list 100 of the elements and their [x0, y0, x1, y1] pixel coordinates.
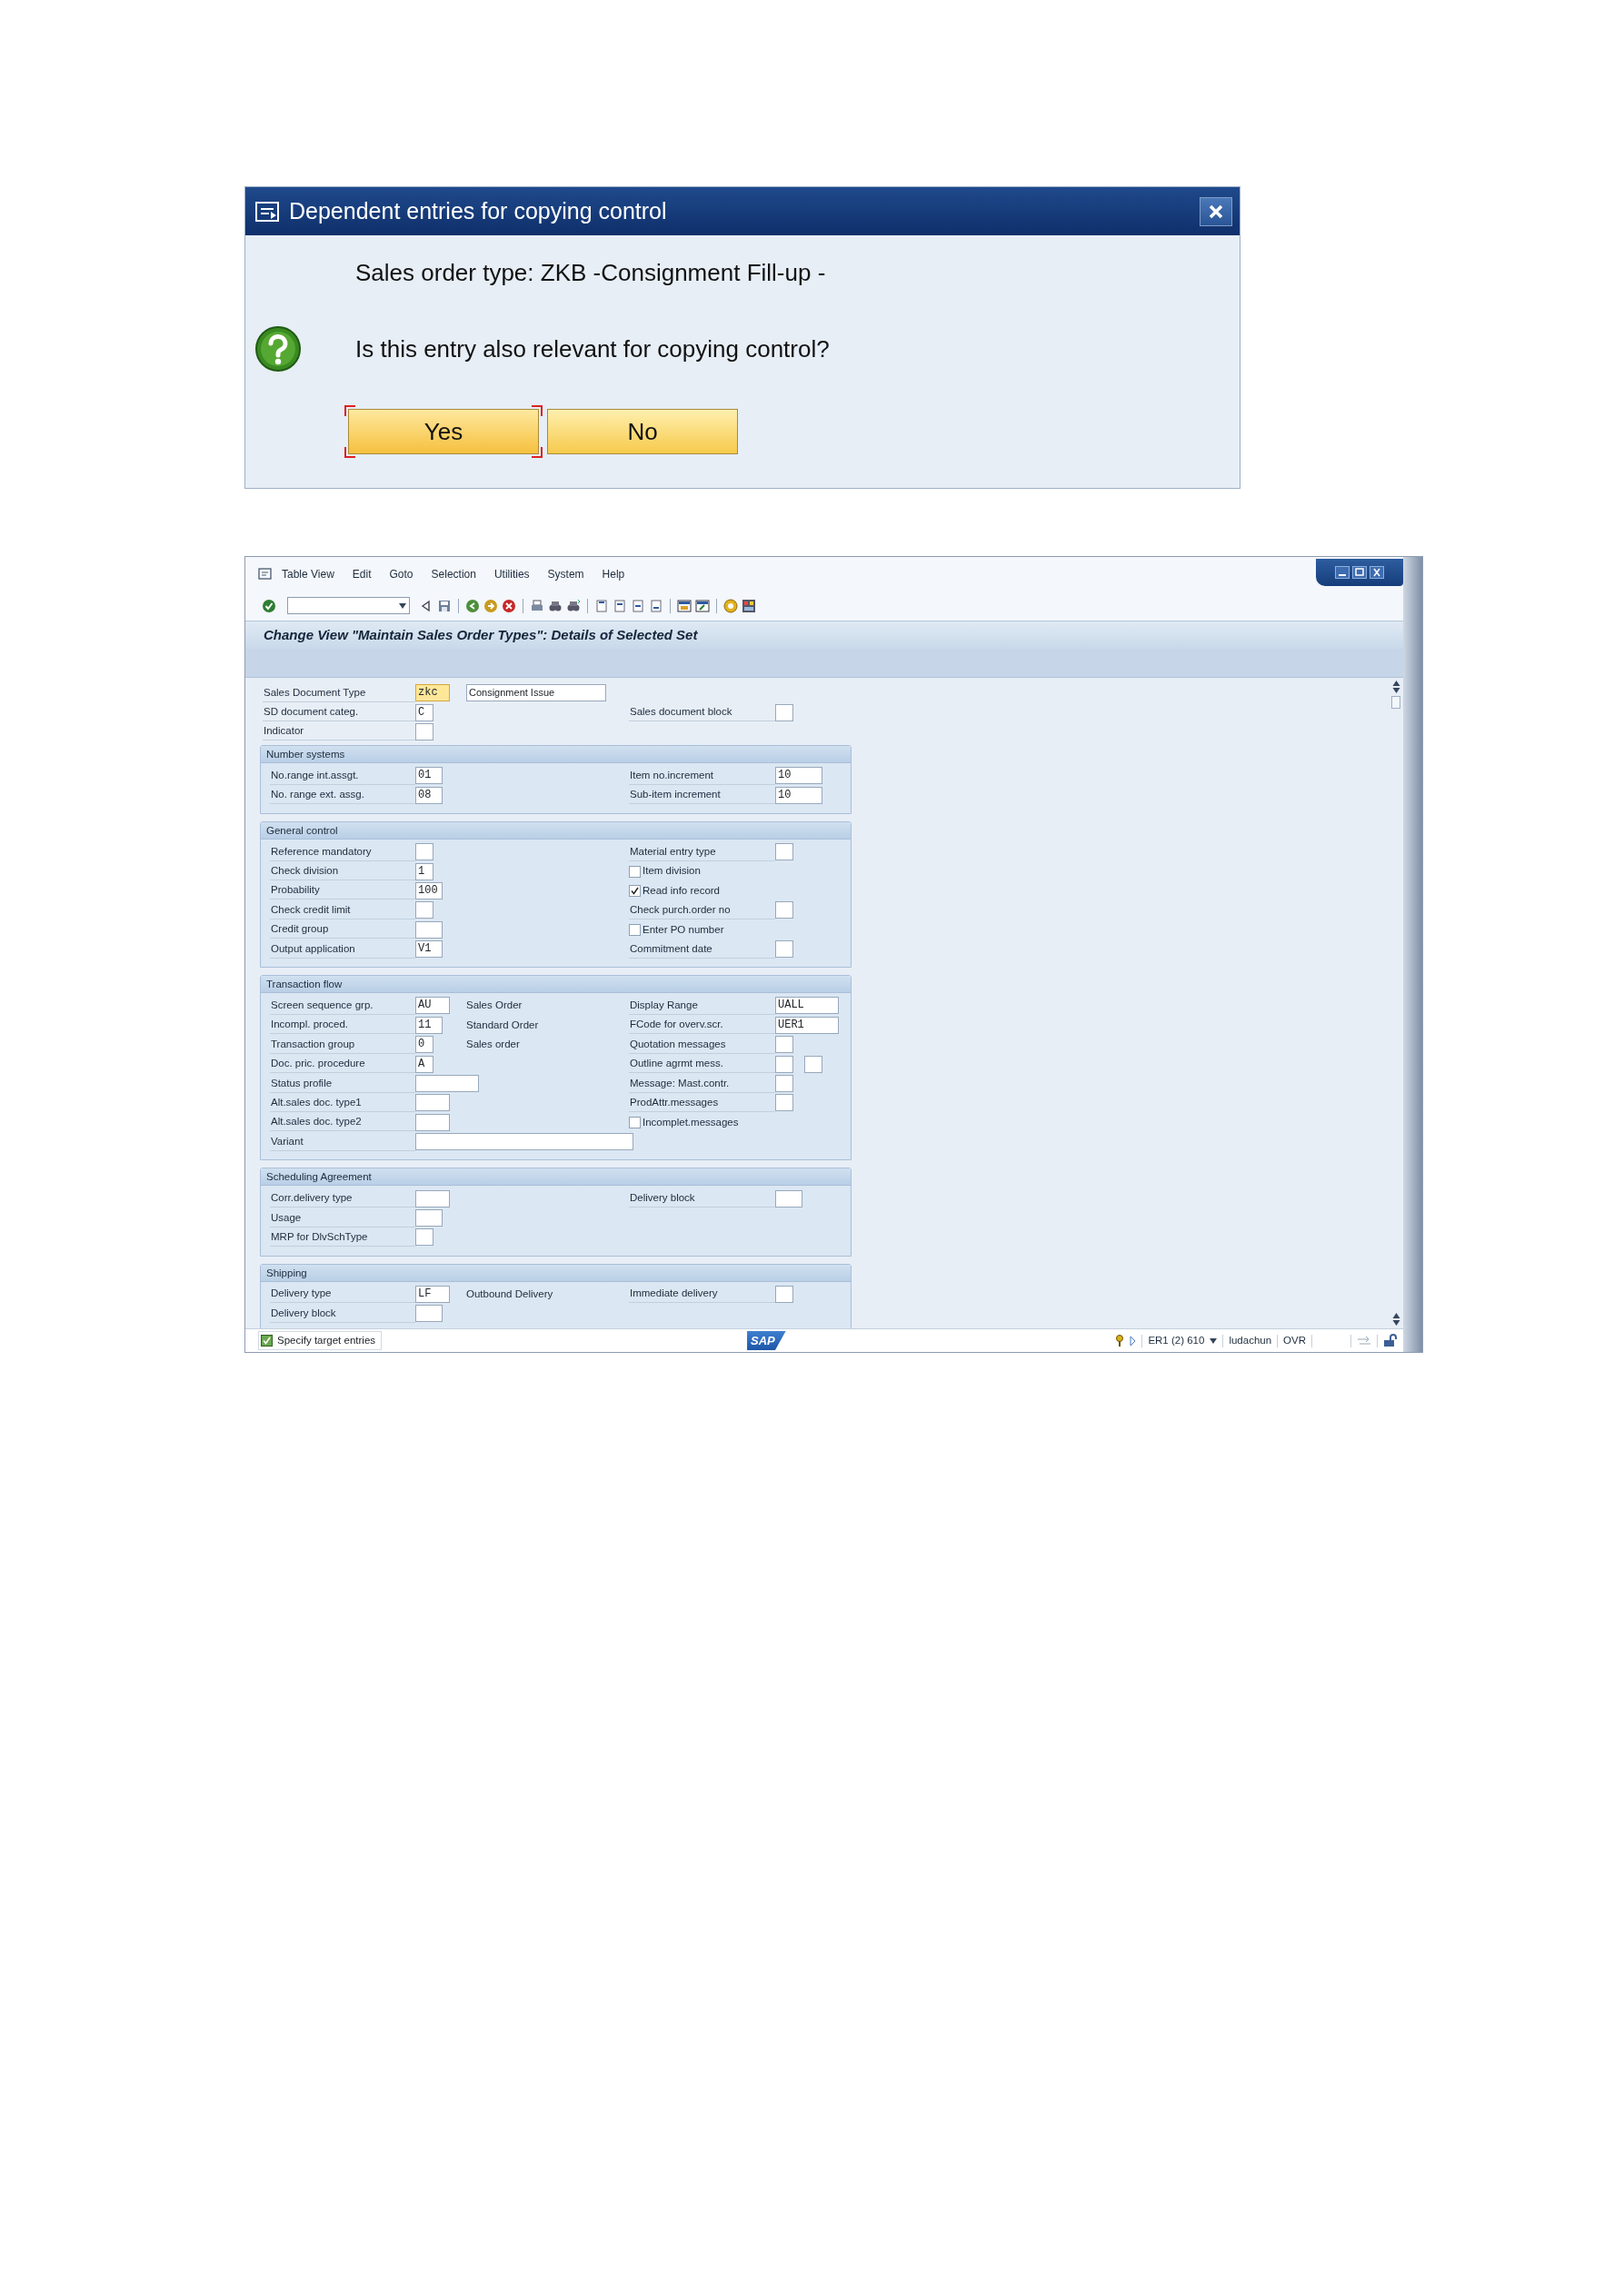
first-page-icon[interactable] [594, 598, 609, 613]
caret-icon[interactable] [1210, 1337, 1218, 1344]
caret-icon[interactable] [399, 602, 406, 609]
input-field[interactable]: 10 [775, 786, 822, 804]
scrollbar[interactable] [1389, 678, 1403, 1328]
menu-item[interactable]: System [547, 565, 584, 582]
group-title: Number systems [261, 746, 851, 764]
input-field[interactable] [775, 1036, 793, 1054]
key-icon[interactable] [1115, 1334, 1125, 1347]
layout-icon[interactable] [742, 598, 756, 613]
input-field[interactable] [804, 1055, 822, 1073]
maximize-icon[interactable] [1352, 565, 1367, 579]
help-icon[interactable] [723, 598, 738, 613]
input-field[interactable] [415, 920, 443, 939]
input-field[interactable]: UALL [775, 997, 839, 1015]
input-field[interactable] [415, 1094, 450, 1112]
input-field[interactable] [415, 1228, 433, 1247]
shortcut-icon[interactable] [695, 598, 710, 613]
scroll-up-icon[interactable] [1391, 680, 1400, 687]
input-field[interactable]: Consignment Issue [466, 684, 606, 702]
question-icon [254, 325, 302, 373]
input-field[interactable]: 11 [415, 1016, 443, 1034]
input-field[interactable]: zkc [415, 684, 450, 702]
menu-item[interactable]: Utilities [493, 565, 530, 582]
screen-title: Change View "Maintain Sales Order Types": Details of Selected Set [264, 625, 698, 644]
description-text: Outbound Delivery [466, 1287, 553, 1301]
input-field[interactable] [775, 1189, 802, 1208]
input-field[interactable] [415, 1189, 450, 1208]
checkbox[interactable] [629, 884, 641, 897]
save-icon[interactable] [437, 598, 452, 613]
input-field[interactable] [415, 722, 433, 740]
check-icon[interactable] [262, 598, 276, 613]
last-page-icon[interactable] [649, 598, 663, 613]
menu-item[interactable]: Edit [352, 565, 372, 582]
input-field[interactable]: 10 [775, 767, 822, 785]
next-page-icon[interactable] [631, 598, 645, 613]
input-field[interactable] [775, 940, 793, 959]
input-field[interactable] [775, 703, 793, 721]
close-button[interactable] [1200, 196, 1232, 226]
input-field[interactable] [775, 1285, 793, 1303]
back-circle-icon[interactable] [465, 598, 480, 613]
scroll-down-icon[interactable] [1391, 687, 1400, 694]
input-field[interactable]: 01 [415, 767, 443, 785]
group-title: General control [261, 821, 851, 840]
input-field[interactable] [775, 1094, 793, 1112]
input-field[interactable]: 0 [415, 1036, 433, 1054]
input-field[interactable] [415, 1113, 450, 1131]
print-icon[interactable] [530, 598, 544, 613]
input-field[interactable] [775, 843, 793, 861]
input-field[interactable]: AU [415, 997, 450, 1015]
menu-item[interactable]: Help [602, 565, 625, 582]
input-field[interactable]: LF [415, 1285, 450, 1303]
scroll-down-icon[interactable] [1391, 1319, 1400, 1327]
description-text: Sales order [466, 1038, 520, 1052]
input-field[interactable] [415, 1133, 633, 1151]
scroll-up-icon[interactable] [1391, 1312, 1400, 1319]
input-field[interactable]: 100 [415, 881, 443, 900]
checkbox[interactable] [629, 923, 641, 936]
new-window-icon[interactable] [677, 598, 692, 613]
yes-button[interactable]: Yes [344, 405, 543, 458]
input-field[interactable] [415, 1305, 443, 1323]
group-title: Scheduling Agreement [261, 1168, 851, 1187]
input-field[interactable]: 08 [415, 786, 443, 804]
menu-icon[interactable] [258, 567, 273, 581]
minimize-icon[interactable] [1335, 565, 1350, 579]
input-field[interactable] [775, 901, 793, 919]
description-text: Sales Order [466, 999, 523, 1013]
play-icon[interactable] [1130, 1335, 1137, 1347]
close-icon [1208, 203, 1224, 220]
input-field[interactable]: C [415, 703, 433, 721]
checkbox[interactable] [629, 865, 641, 878]
menu-item[interactable]: Goto [389, 565, 413, 582]
menu-item[interactable]: Table View [282, 565, 334, 582]
exit-icon[interactable] [483, 598, 498, 613]
input-field[interactable] [415, 901, 433, 919]
message-text: Sales order type: ZKB -Consignment Fill-up - [355, 258, 827, 288]
input-field[interactable]: A [415, 1055, 433, 1073]
question-text: Is this entry also relevant for copying control? [355, 333, 830, 364]
command-field[interactable] [287, 597, 410, 614]
connection-icon[interactable] [1357, 1335, 1371, 1347]
input-field[interactable]: V1 [415, 940, 443, 959]
close-icon[interactable] [1370, 565, 1384, 579]
menu-item[interactable]: Selection [431, 565, 476, 582]
previous-page-icon[interactable] [613, 598, 627, 613]
cancel-icon[interactable] [502, 598, 516, 613]
lock-icon[interactable] [1383, 1334, 1398, 1347]
group-title: Shipping [261, 1264, 851, 1282]
input-field[interactable] [415, 1075, 479, 1093]
input-field[interactable] [775, 1075, 793, 1093]
input-field[interactable]: 1 [415, 862, 433, 880]
field-label: Indicator [263, 722, 415, 741]
input-field[interactable] [415, 843, 433, 861]
scroll-thumb[interactable] [1391, 696, 1400, 709]
input-field[interactable] [775, 1055, 793, 1073]
window-icon [254, 199, 282, 224]
checkbox[interactable] [629, 1116, 641, 1128]
input-field[interactable]: UER1 [775, 1016, 839, 1034]
dialog-title: Dependent entries for copying control [289, 196, 667, 225]
find-next-icon[interactable] [566, 598, 581, 613]
input-field[interactable] [415, 1209, 443, 1227]
